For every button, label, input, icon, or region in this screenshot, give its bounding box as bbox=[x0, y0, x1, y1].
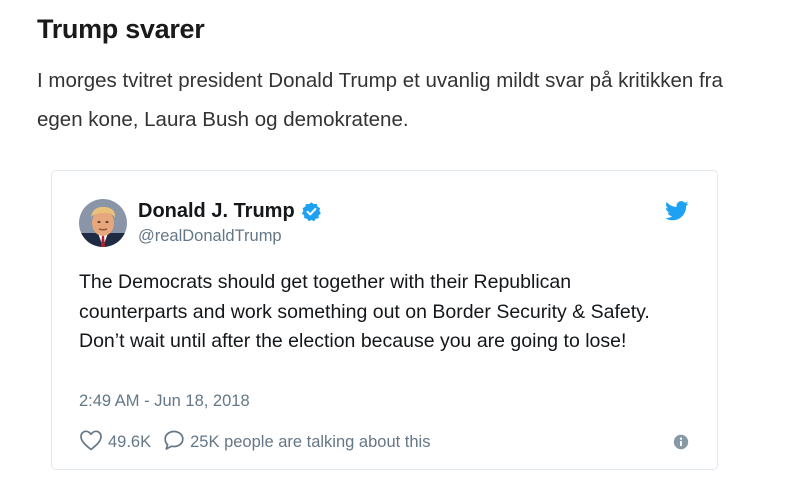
tweet-timestamp[interactable]: 2:49 AM - Jun 18, 2018 bbox=[79, 392, 250, 411]
tweet-text: The Democrats should get together with t… bbox=[79, 271, 650, 352]
verified-badge-icon bbox=[301, 201, 322, 222]
tweet-author[interactable]: Donald J. Trump bbox=[138, 200, 322, 223]
heart-icon bbox=[79, 429, 108, 456]
author-name-label[interactable]: Donald J. Trump bbox=[138, 200, 295, 223]
reply-button[interactable]: 25K people are talking about this bbox=[163, 429, 430, 456]
speech-bubble-icon bbox=[163, 429, 190, 456]
like-count[interactable]: 49.6K bbox=[108, 433, 151, 452]
reply-label[interactable]: 25K people are talking about this bbox=[190, 433, 430, 452]
info-icon[interactable] bbox=[673, 434, 689, 450]
twitter-bird-icon[interactable] bbox=[665, 201, 689, 221]
article-headline: Trump svarer bbox=[37, 14, 205, 44]
like-button[interactable]: 49.6K bbox=[79, 429, 151, 456]
embedded-tweet[interactable]: Donald J. Trump @realDonaldTrump The Dem… bbox=[51, 170, 718, 470]
article: Trump svarer I morges tvitret president … bbox=[0, 0, 793, 496]
article-lead: I morges tvitret president Donald Trump … bbox=[37, 69, 723, 131]
tweet-actions: 49.6K 25K people are talking about this bbox=[79, 429, 430, 456]
avatar[interactable] bbox=[79, 199, 127, 247]
tweet-handle[interactable]: @realDonaldTrump bbox=[138, 227, 282, 246]
